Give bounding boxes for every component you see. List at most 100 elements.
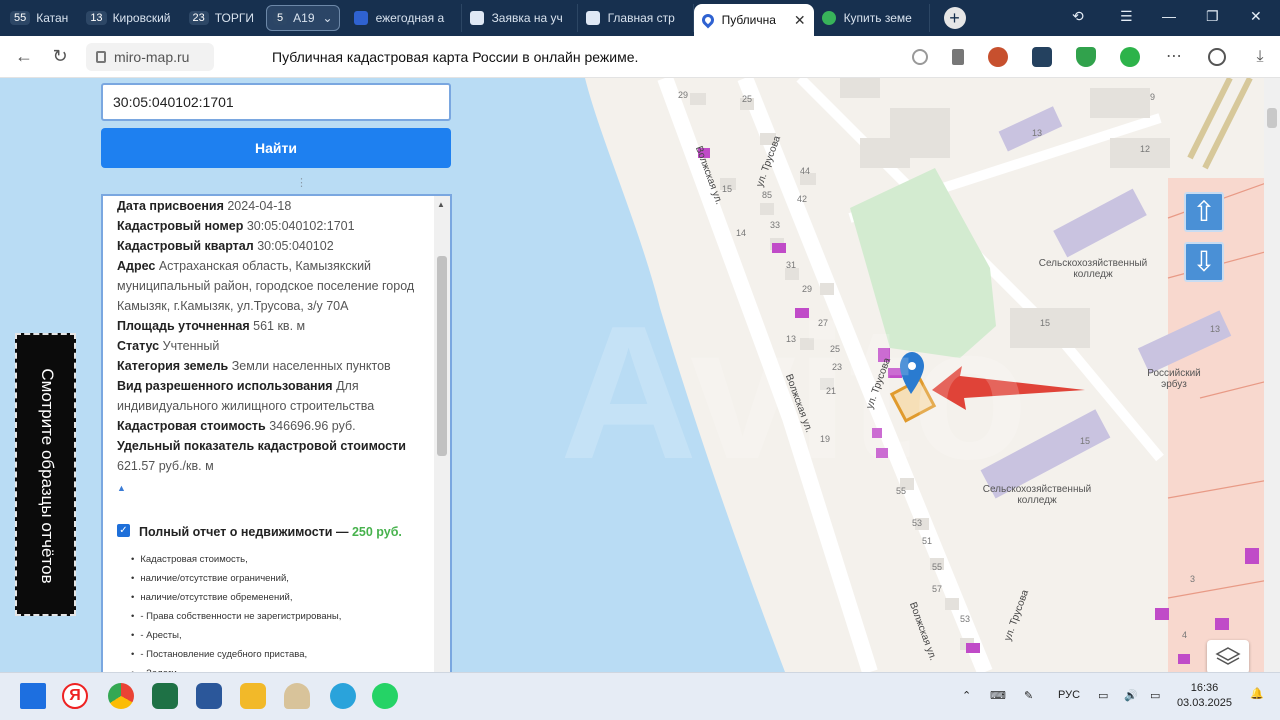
shield-icon[interactable] <box>1076 47 1096 67</box>
tab-group-a19[interactable]: 5 А19 ⌄ <box>266 5 340 31</box>
word-icon[interactable] <box>196 683 222 709</box>
info-row: Вид разрешенного использования Для индив… <box>117 379 375 413</box>
poi-label: Сельскохозяйственный колледж <box>1038 258 1148 280</box>
more-icon[interactable]: ⋯ <box>1164 47 1184 67</box>
house-number: 57 <box>932 584 943 594</box>
windows-start-icon[interactable] <box>20 683 46 709</box>
tab-group-label: ТОРГИ <box>214 11 255 25</box>
info-scrollbar[interactable]: ▲ <box>434 196 450 674</box>
chevron-down-icon: ⌄ <box>322 11 333 25</box>
tab-group-count: 23 <box>188 11 209 25</box>
arrow-up-icon[interactable]: ⇧ <box>1184 192 1224 232</box>
telegram-icon[interactable] <box>330 683 356 709</box>
minimize-icon[interactable]: — <box>1162 8 1176 24</box>
url-field[interactable]: miro-map.ru <box>86 42 214 71</box>
report-checkbox[interactable]: ✓ <box>117 524 130 537</box>
house-number: 27 <box>818 318 829 328</box>
tab-group-torgi[interactable]: 23 ТОРГИ <box>183 5 261 31</box>
close-icon[interactable]: ✕ <box>794 12 806 29</box>
house-number: 33 <box>770 220 781 230</box>
extension-3-icon[interactable] <box>1120 47 1140 67</box>
download-icon[interactable]: ⤓ <box>1250 47 1270 67</box>
notifications-icon[interactable]: 🔔 <box>1250 687 1264 700</box>
menu-icon[interactable]: ☰ <box>1120 8 1133 25</box>
url-text: miro-map.ru <box>114 48 190 65</box>
clock[interactable]: 16:36 03.03.2025 <box>1177 681 1232 711</box>
report-item: - Аресты, <box>131 626 417 645</box>
cadastral-number-input[interactable]: 30:05:040102:1701 <box>101 83 451 121</box>
tab-label: ежегодная а <box>375 11 445 25</box>
house-number: 85 <box>762 190 773 200</box>
house-number: 31 <box>786 260 797 270</box>
reload-icon[interactable]: ↻ <box>48 46 72 67</box>
keyboard-icon[interactable]: ⌨ <box>990 689 1006 702</box>
tab-main-page[interactable]: Главная стр <box>578 4 694 32</box>
house-number: 29 <box>802 284 813 294</box>
pen-icon[interactable]: ✎ <box>1024 689 1033 702</box>
tab-group-label: Катан <box>36 11 69 25</box>
battery-icon[interactable]: ▭ <box>1150 689 1160 702</box>
scroll-up-icon[interactable]: ▲ <box>437 200 445 209</box>
layers-icon[interactable] <box>1207 640 1249 674</box>
back-icon[interactable]: ← <box>12 46 36 67</box>
house-number: 13 <box>1032 128 1043 138</box>
tab-label: Главная стр <box>607 11 675 25</box>
tab-strip: 55 Катан 13 Кировский 23 ТОРГИ 5 А19 ⌄ ежегод… <box>0 0 1280 36</box>
excel-icon[interactable] <box>152 683 178 709</box>
expand-arrow-icon[interactable]: ▲ <box>117 478 423 498</box>
house-number: 13 <box>1210 324 1221 334</box>
house-number: 25 <box>742 94 753 104</box>
yandex-browser-icon[interactable]: Я <box>62 683 88 709</box>
lock-icon <box>96 50 106 63</box>
profile-icon[interactable] <box>1208 48 1226 66</box>
info-content: Дата присвоения 2024-04-18 Кадастровый н… <box>117 196 423 498</box>
app-icon[interactable] <box>284 683 310 709</box>
info-row: Адрес Астраханская область, Камызякский … <box>117 259 415 313</box>
extension-2-icon[interactable] <box>1032 47 1052 67</box>
taskbar: Я ⌃ ⌨ ✎ РУС ▭ 🔊 ▭ 16:36 03.03.2025 🔔 <box>0 672 1280 720</box>
volume-icon[interactable]: 🔊 <box>1124 689 1138 702</box>
tab-group-kirovsky[interactable]: 13 Кировский <box>80 5 176 31</box>
restore-icon[interactable]: ❐ <box>1206 8 1219 25</box>
network-icon[interactable]: ▭ <box>1098 689 1108 702</box>
tab-buy-land[interactable]: Купить земе <box>814 4 930 32</box>
close-window-icon[interactable]: ✕ <box>1250 8 1262 25</box>
tab-annual[interactable]: ежегодная а <box>346 4 462 32</box>
tray-chevron-icon[interactable]: ⌃ <box>962 689 971 702</box>
no-tracking-icon[interactable] <box>912 49 928 65</box>
full-report-option[interactable]: ✓ Полный отчет о недвижимости — 250 руб.… <box>117 522 417 674</box>
info-row: Кадастровый номер 30:05:040102:1701 <box>117 219 355 233</box>
report-item: - Права собственности не зарегистрирован… <box>131 607 417 626</box>
map-pin-icon <box>699 11 717 29</box>
sample-reports-banner[interactable]: Смотрите образцы отчётов <box>15 333 76 616</box>
tab-group-katan[interactable]: 55 Катан <box>4 5 74 31</box>
whatsapp-icon[interactable] <box>372 683 398 709</box>
house-number: 55 <box>896 486 907 496</box>
sync-icon[interactable]: ⟲ <box>1072 8 1084 25</box>
extension-1-icon[interactable] <box>988 47 1008 67</box>
report-items-list: Кадастровая стоимость, наличие/отсутстви… <box>131 550 417 674</box>
language-indicator[interactable]: РУС <box>1058 689 1080 701</box>
house-number: 12 <box>1140 144 1151 154</box>
scrollbar-thumb[interactable] <box>1267 108 1277 128</box>
new-tab-button[interactable]: + <box>943 7 966 29</box>
tab-group-count: 55 <box>10 11 31 25</box>
drag-handle-icon[interactable]: ⋮ <box>296 176 307 189</box>
page-scrollbar[interactable] <box>1264 78 1280 672</box>
chrome-icon[interactable] <box>108 683 134 709</box>
find-button[interactable]: Найти <box>101 128 451 168</box>
house-number: 51 <box>922 536 933 546</box>
bookmark-icon[interactable] <box>952 49 964 65</box>
tab-application[interactable]: Заявка на уч <box>462 4 578 32</box>
arrow-down-icon[interactable]: ⇩ <box>1184 242 1224 282</box>
poi-label: Российский эрбуз <box>1147 368 1201 390</box>
house-number: 42 <box>797 194 808 204</box>
file-explorer-icon[interactable] <box>240 683 266 709</box>
document-icon <box>585 11 600 25</box>
report-item: наличие/отсутствие обременений, <box>131 588 417 607</box>
report-item: Кадастровая стоимость, <box>131 550 417 569</box>
report-price: 250 руб. <box>351 525 402 539</box>
tab-public-map[interactable]: Публична ✕ <box>693 4 814 36</box>
info-scrollbar-thumb[interactable] <box>437 256 447 456</box>
info-row: Дата присвоения 2024-04-18 <box>117 199 292 213</box>
